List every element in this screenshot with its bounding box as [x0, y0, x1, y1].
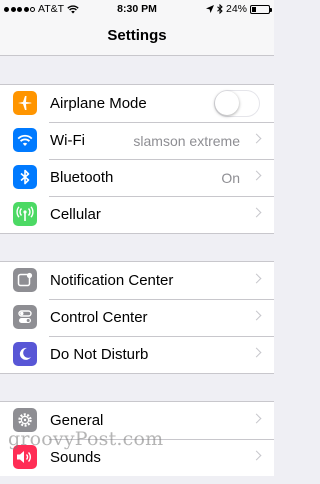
chevron-right-icon [251, 310, 262, 321]
navigation-bar: Settings [0, 18, 274, 56]
settings-group-connectivity: Airplane Mode Wi-Fi slamson extreme Blue… [0, 84, 274, 234]
airplane-mode-row[interactable]: Airplane Mode [0, 85, 274, 122]
page-title: Settings [107, 27, 167, 44]
bluetooth-status-icon [217, 4, 223, 14]
wifi-row[interactable]: Wi-Fi slamson extreme [0, 122, 274, 159]
bluetooth-status: On [221, 169, 240, 186]
wifi-icon [13, 128, 37, 152]
cellular-row[interactable]: Cellular [0, 196, 274, 233]
wifi-label: Wi-Fi [50, 132, 85, 149]
toggle-knob [215, 91, 239, 115]
cellular-icon [13, 202, 37, 226]
control-center-label: Control Center [50, 309, 148, 326]
chevron-right-icon [251, 273, 262, 284]
general-label: General [50, 412, 104, 429]
notification-center-row[interactable]: Notification Center [0, 262, 274, 299]
bluetooth-label: Bluetooth [50, 169, 114, 186]
location-arrow-icon [205, 5, 214, 13]
airplane-mode-label: Airplane Mode [50, 95, 147, 112]
watermark: groovyPost.com [8, 428, 164, 450]
airplane-icon [13, 91, 37, 115]
bluetooth-icon [13, 165, 37, 189]
chevron-right-icon [251, 207, 262, 218]
battery-percent: 24% [225, 3, 247, 15]
sounds-label: Sounds [50, 449, 101, 466]
status-bar: AT&T 8:30 PM 24% [0, 0, 274, 18]
chevron-right-icon [251, 450, 262, 461]
notification-center-label: Notification Center [50, 272, 174, 289]
chevron-right-icon [251, 413, 262, 424]
bluetooth-row[interactable]: Bluetooth On [0, 159, 274, 196]
battery-icon [250, 4, 272, 14]
do-not-disturb-label: Do Not Disturb [50, 346, 149, 363]
chevron-right-icon [251, 347, 262, 358]
status-right: 24% [205, 3, 272, 15]
do-not-disturb-row[interactable]: Do Not Disturb [0, 336, 274, 373]
chevron-right-icon [251, 133, 262, 144]
settings-group-notifications: Notification Center Control Center Do No… [0, 261, 274, 374]
control-center-icon [13, 305, 37, 329]
chevron-right-icon [251, 170, 262, 181]
airplane-mode-toggle[interactable] [214, 90, 260, 117]
moon-icon [13, 342, 37, 366]
cellular-label: Cellular [50, 206, 101, 223]
notification-center-icon [13, 268, 37, 292]
control-center-row[interactable]: Control Center [0, 299, 274, 336]
wifi-network-name: slamson extreme [133, 132, 240, 149]
